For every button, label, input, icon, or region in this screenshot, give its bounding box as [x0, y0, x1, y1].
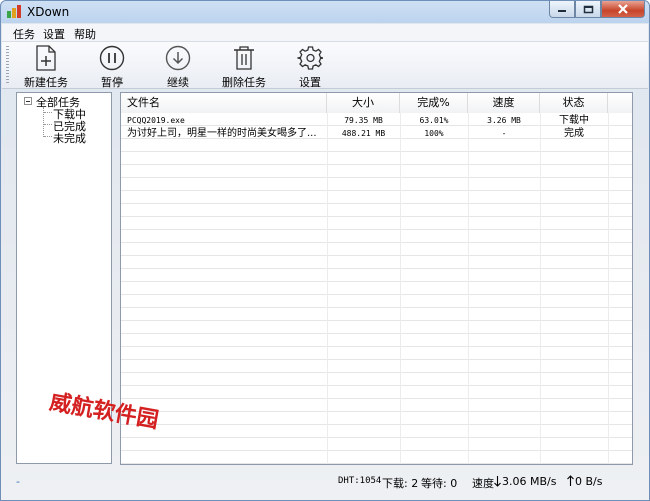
arrow-down-icon [494, 476, 501, 487]
app-icon [7, 5, 21, 18]
row-speed: - [501, 129, 507, 138]
maximize-icon [583, 5, 593, 13]
tree-item-incomplete[interactable]: 未完成 [53, 130, 86, 146]
row-filename: 为讨好上司，明星一样的时尚美女喝多了... [127, 128, 317, 139]
minimize-icon [558, 10, 566, 12]
pause-label: 暂停 [101, 76, 123, 89]
settings-button[interactable]: 设置 [280, 44, 340, 89]
status-down-speed: 3.06 MB/s [502, 475, 557, 488]
menu-help[interactable]: 帮助 [74, 26, 96, 42]
status-speed-label: 速度 [472, 477, 494, 490]
row-size: 79.35 MB [344, 116, 383, 125]
window-title: XDown [27, 5, 70, 19]
status-waiting: 等待: 0 [421, 477, 458, 490]
menu-task[interactable]: 任务 [13, 26, 35, 42]
task-list: 文件名 大小 完成% 速度 状态 PCQQ2019.exe 79.35 MB 6… [120, 92, 633, 465]
list-rows [121, 113, 632, 464]
tree-connector [44, 124, 52, 125]
new-task-icon [36, 45, 56, 71]
column-divider [468, 113, 469, 464]
delete-task-button[interactable]: 删除任务 [214, 44, 274, 89]
row-percent: 63.01% [419, 116, 449, 125]
tree-connector [44, 112, 52, 113]
trash-icon [234, 46, 254, 70]
status-up-speed: 0 B/s [575, 475, 603, 488]
row-filename: PCQQ2019.exe [127, 116, 185, 125]
new-task-label: 新建任务 [24, 76, 68, 89]
toolbar-grip[interactable] [6, 46, 9, 84]
row-size: 488.21 MB [341, 129, 386, 138]
column-header-speed[interactable]: 速度 [468, 93, 540, 113]
column-header-status[interactable]: 状态 [540, 93, 608, 113]
table-row[interactable]: PCQQ2019.exe 79.35 MB 63.01% 3.26 MB 下载中 [121, 114, 632, 127]
column-divider [327, 113, 328, 464]
menu-bar: 任务 设置 帮助 [2, 24, 648, 42]
column-header-percent[interactable]: 完成% [400, 93, 468, 113]
close-icon [618, 4, 628, 14]
row-percent: 100% [424, 129, 444, 138]
pause-button[interactable]: 暂停 [82, 44, 142, 89]
tree-connector [44, 136, 52, 137]
gear-icon [297, 46, 323, 70]
window-controls [549, 1, 645, 19]
arrow-up-icon [567, 475, 574, 486]
close-button[interactable] [601, 1, 645, 18]
toolbar: 新建任务 暂停 继续 删除任务 设置 [2, 42, 648, 89]
minimize-button[interactable] [549, 1, 575, 18]
status-marker: - [16, 475, 20, 488]
app-window: XDown 任务 设置 帮助 新建任务 暂停 继续 删除任务 设置 全部任务 下… [0, 0, 650, 501]
title-bar[interactable]: XDown [1, 1, 649, 23]
list-header: 文件名 大小 完成% 速度 状态 [121, 93, 632, 114]
resume-icon [165, 45, 191, 71]
status-bar: - DHT:1054 下载: 2 等待: 0 速度 3.06 MB/s 0 B/… [2, 471, 648, 491]
row-status: 完成 [564, 128, 584, 139]
resume-button[interactable]: 继续 [148, 44, 208, 89]
status-downloading: 下载: 2 [382, 477, 419, 490]
settings-label: 设置 [299, 76, 321, 89]
new-task-button[interactable]: 新建任务 [16, 44, 76, 89]
resume-label: 继续 [167, 76, 189, 89]
delete-task-label: 删除任务 [222, 76, 266, 89]
row-status: 下载中 [559, 115, 589, 126]
column-divider [540, 113, 541, 464]
menu-settings[interactable]: 设置 [43, 26, 65, 42]
column-divider [400, 113, 401, 464]
column-header-filename[interactable]: 文件名 [121, 93, 327, 113]
column-divider [608, 113, 609, 464]
table-row[interactable]: 为讨好上司，明星一样的时尚美女喝多了... 488.21 MB 100% - 完… [121, 127, 632, 140]
column-header-size[interactable]: 大小 [327, 93, 400, 113]
column-header-filler [608, 93, 632, 113]
row-speed: 3.26 MB [487, 116, 521, 125]
tree-collapse-toggle[interactable] [24, 97, 32, 105]
maximize-button[interactable] [575, 1, 601, 18]
status-dht: DHT:1054 [338, 476, 382, 486]
pause-icon [99, 45, 125, 71]
